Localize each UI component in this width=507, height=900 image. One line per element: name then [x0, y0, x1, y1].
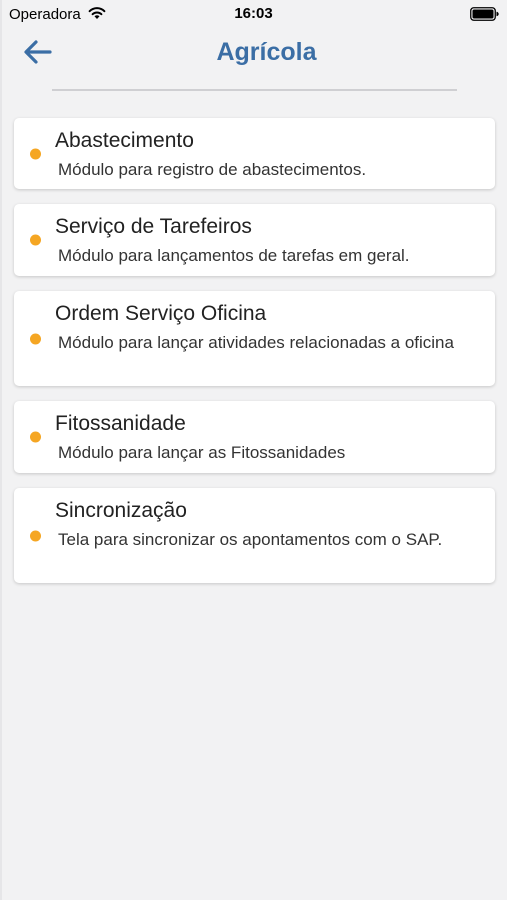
- bullet-dot-icon: [30, 530, 41, 541]
- module-list: Abastecimento Módulo para registro de ab…: [14, 118, 495, 598]
- module-title: Serviço de Tarefeiros: [55, 215, 252, 238]
- module-title: Sincronização: [55, 499, 187, 522]
- bullet-dot-icon: [30, 234, 41, 246]
- module-card-ordem-servico-oficina[interactable]: Ordem Serviço Oficina Módulo para lançar…: [14, 291, 495, 386]
- module-card-sincronizacao[interactable]: Sincronização Tela para sincronizar os a…: [14, 488, 495, 583]
- module-description: Módulo para lançamentos de tarefas em ge…: [58, 246, 410, 265]
- module-title: Ordem Serviço Oficina: [55, 302, 267, 325]
- battery-icon: [470, 7, 499, 21]
- header-divider: [52, 89, 457, 91]
- module-card-fitossanidade[interactable]: Fitossanidade Módulo para lançar as Fito…: [14, 401, 495, 473]
- bullet-dot-icon: [30, 333, 41, 344]
- app-screen: Operadora 16:03 Agrícola Abastecimento M…: [0, 0, 507, 900]
- module-description: Módulo para lançar as Fitossanidades: [58, 443, 346, 462]
- module-card-abastecimento[interactable]: Abastecimento Módulo para registro de ab…: [14, 118, 495, 189]
- module-description: Módulo para registro de abastecimentos.: [58, 160, 367, 179]
- status-bar: Operadora 16:03: [0, 0, 507, 28]
- module-title: Fitossanidade: [55, 412, 186, 435]
- bullet-dot-icon: [30, 431, 41, 443]
- module-description: Tela para sincronizar os apontamentos co…: [58, 530, 443, 549]
- page-title: Agrícola: [216, 38, 317, 66]
- screen-edge: [0, 0, 2, 900]
- module-card-servico-tarefeiros[interactable]: Serviço de Tarefeiros Módulo para lançam…: [14, 204, 495, 276]
- module-description: Módulo para lançar atividades relacionad…: [58, 333, 454, 352]
- module-title: Abastecimento: [55, 129, 194, 152]
- bullet-dot-icon: [30, 148, 41, 159]
- status-time: 16:03: [234, 5, 273, 22]
